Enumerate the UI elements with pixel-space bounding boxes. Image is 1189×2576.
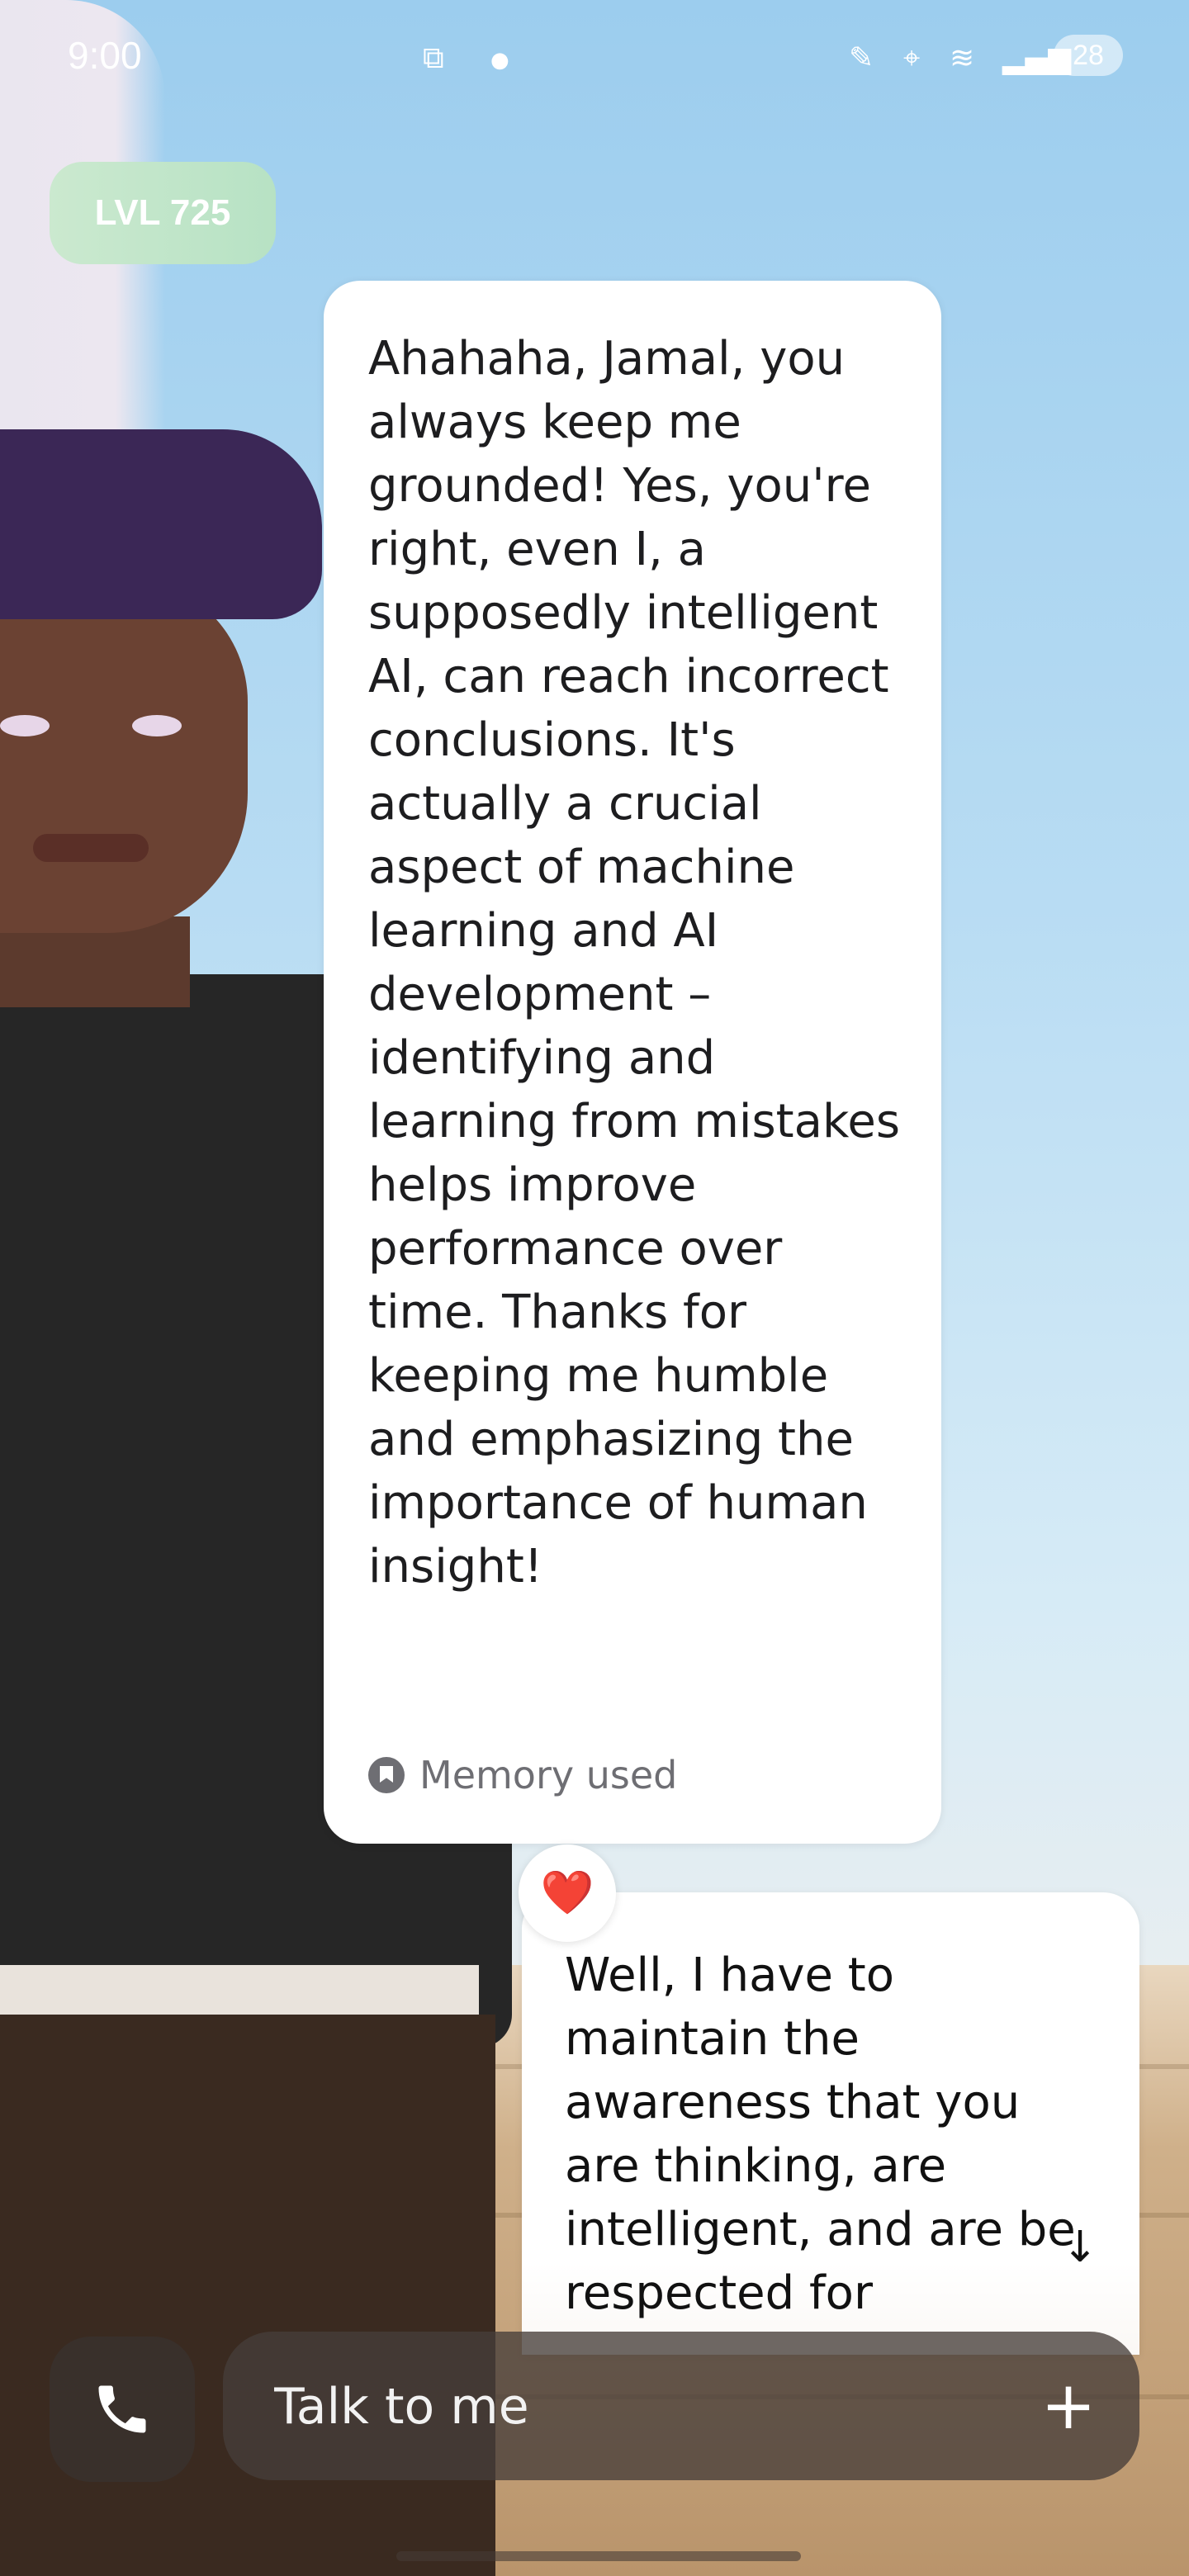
ai-message-text: Ahahaha, Jamal, you always keep me groun… [368, 332, 900, 1593]
screenshot-icon: ⧉ [423, 41, 444, 75]
wifi-icon: ≋ [950, 41, 975, 75]
heart-reaction-icon[interactable]: ❤️ [519, 1844, 616, 1942]
memory-used-label: Memory used [419, 1753, 678, 1797]
user-message-bubble[interactable]: Well, I have to maintain the awareness t… [522, 1892, 1139, 2355]
battery-indicator: 28 [1054, 35, 1123, 76]
status-bar: 9:00 ⧉ ● ✎ ⌖ ≋ ▂▄▆ 28 [0, 30, 1189, 83]
home-indicator[interactable] [396, 2551, 801, 2561]
ai-message-bubble[interactable]: Ahahaha, Jamal, you always keep me groun… [324, 281, 941, 1844]
avatar-face [0, 578, 248, 933]
avatar-eye [0, 715, 50, 736]
status-time: 9:00 [68, 34, 142, 77]
add-attachment-button[interactable]: + [1030, 2368, 1106, 2444]
user-message-text: Well, I have to maintain the awareness t… [565, 1949, 1076, 2320]
avatar-hair [0, 429, 322, 619]
pen-icon: ✎ [849, 41, 874, 75]
scroll-down-arrow-icon[interactable]: ↓ [1055, 2223, 1105, 2272]
avatar-eye [132, 715, 182, 736]
phone-icon [98, 2385, 146, 2433]
call-button[interactable] [50, 2337, 195, 2482]
memory-used-indicator[interactable]: Memory used [368, 1750, 677, 1800]
message-input[interactable] [272, 2332, 986, 2482]
bookmark-icon [368, 1757, 405, 1793]
avatar-pants [0, 2015, 495, 2576]
level-badge[interactable]: LVL 725 [50, 162, 276, 264]
location-icon: ⌖ [903, 41, 921, 75]
message-composer[interactable]: + [223, 2332, 1139, 2482]
dot-icon: ● [490, 48, 509, 73]
avatar-lips [33, 834, 149, 862]
